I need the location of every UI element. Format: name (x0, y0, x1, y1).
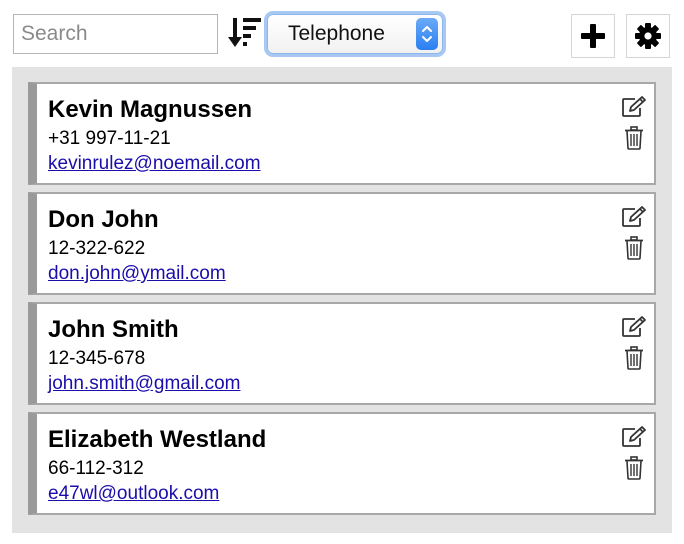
add-contact-button[interactable] (571, 14, 615, 58)
edit-contact-button[interactable] (621, 425, 647, 449)
trash-icon (625, 346, 643, 370)
contact-card: Kevin Magnussen +31 997-11-21 kevinrulez… (28, 82, 656, 185)
edit-contact-button[interactable] (621, 315, 647, 339)
edit-icon (622, 426, 646, 447)
delete-contact-button[interactable] (623, 125, 645, 151)
contact-name: Elizabeth Westland (48, 426, 267, 453)
search-input[interactable] (13, 14, 218, 54)
delete-contact-button[interactable] (623, 235, 645, 261)
delete-contact-button[interactable] (623, 345, 645, 371)
settings-button[interactable] (626, 14, 670, 58)
contact-name: Don John (48, 206, 159, 233)
contact-phone: +31 997-11-21 (48, 128, 171, 149)
contact-email-link[interactable]: john.smith@gmail.com (48, 373, 240, 395)
contact-email-link[interactable]: kevinrulez@noemail.com (48, 153, 261, 175)
contact-phone: 12-345-678 (48, 348, 146, 369)
toolbar: Telephone (0, 0, 684, 66)
delete-contact-button[interactable] (623, 455, 645, 481)
trash-icon (625, 126, 643, 150)
sort-field-value: Telephone (288, 22, 385, 45)
select-arrows-icon (416, 18, 438, 50)
contact-card: Don John 12-322-622 don.john@ymail.com (28, 192, 656, 295)
contact-list: Kevin Magnussen +31 997-11-21 kevinrulez… (12, 67, 672, 533)
contact-card: Elizabeth Westland 66-112-312 e47wl@outl… (28, 412, 656, 515)
sort-descending-icon (228, 18, 261, 47)
contact-phone: 66-112-312 (48, 458, 144, 479)
trash-icon (625, 236, 643, 260)
contact-card: John Smith 12-345-678 john.smith@gmail.c… (28, 302, 656, 405)
contact-email-link[interactable]: e47wl@outlook.com (48, 483, 219, 505)
edit-contact-button[interactable] (621, 205, 647, 229)
trash-icon (625, 456, 643, 480)
sort-button[interactable] (228, 14, 262, 52)
edit-icon (622, 316, 646, 337)
edit-icon (622, 96, 646, 117)
contact-phone: 12-322-622 (48, 238, 146, 259)
edit-contact-button[interactable] (621, 95, 647, 119)
contact-email-link[interactable]: don.john@ymail.com (48, 263, 226, 285)
plus-icon (581, 24, 605, 48)
contact-name: Kevin Magnussen (48, 96, 253, 123)
contact-name: John Smith (48, 316, 179, 343)
sort-field-select[interactable]: Telephone (267, 14, 443, 54)
gear-icon (635, 23, 661, 49)
edit-icon (622, 206, 646, 227)
